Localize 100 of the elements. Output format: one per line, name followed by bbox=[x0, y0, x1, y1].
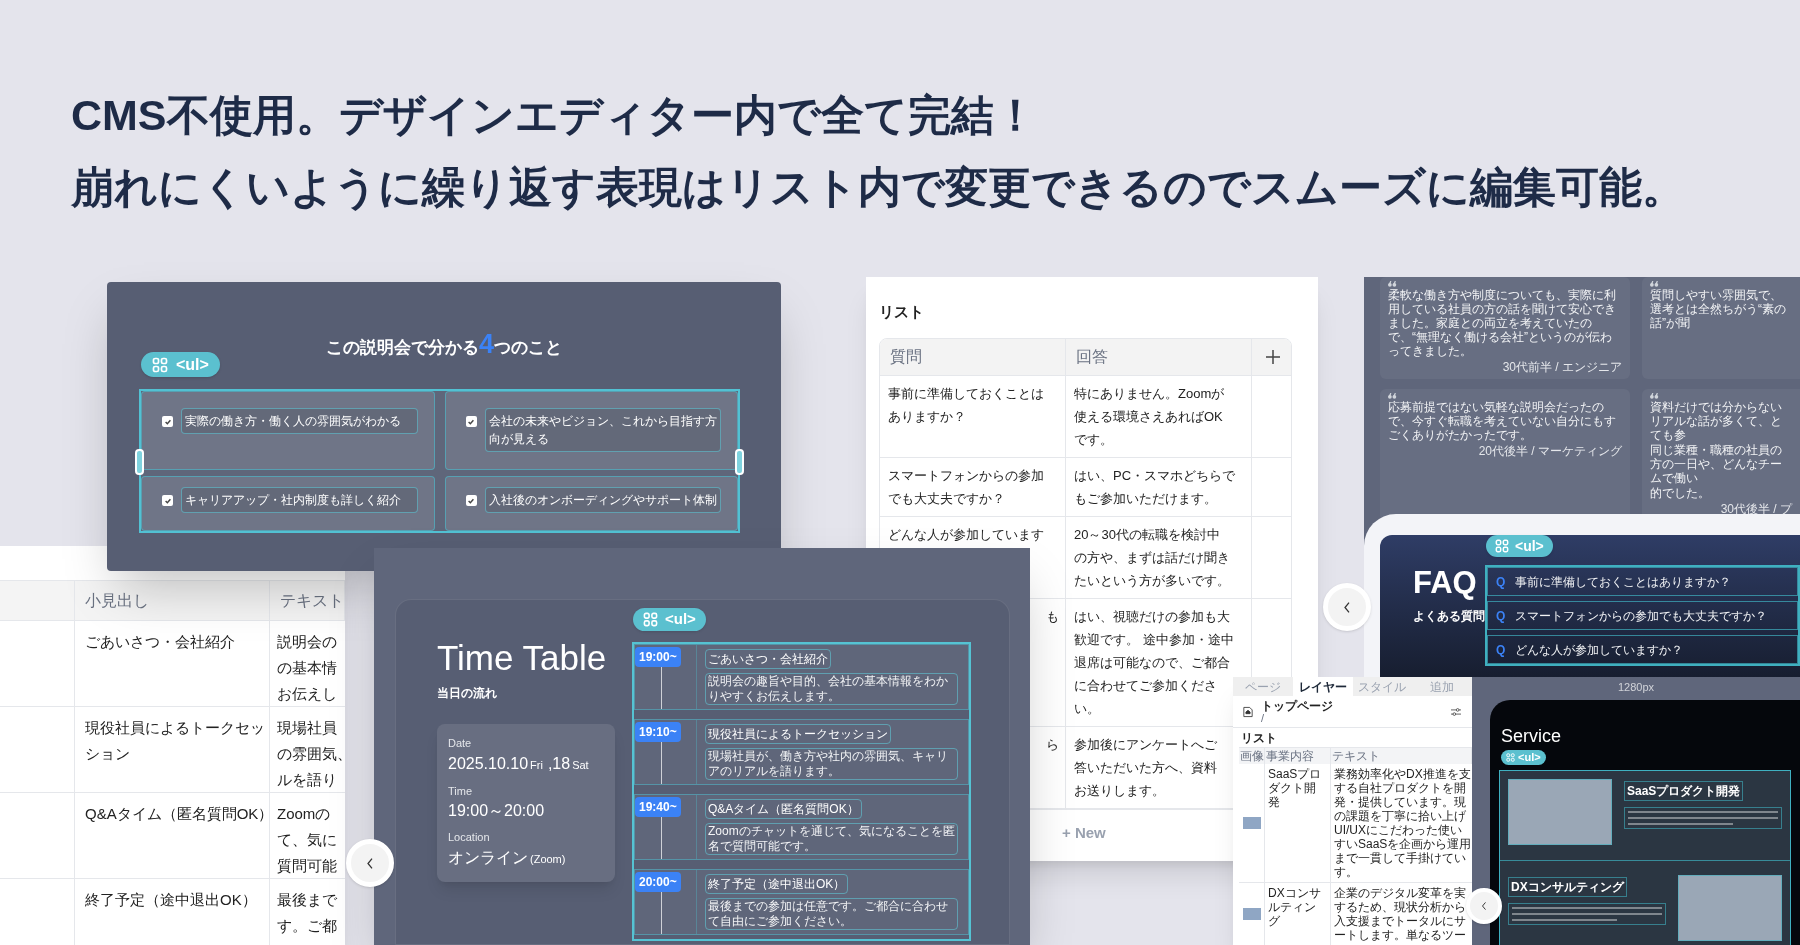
faq-item[interactable]: Q スマートフォンからの参加でも大丈夫ですか？ bbox=[1487, 601, 1798, 630]
section-title: この説明会で分かる4つのこと bbox=[326, 330, 562, 360]
panel-tab[interactable]: ページ bbox=[1233, 677, 1293, 696]
table-cell-text: 特にありません。Zoomが 使える環境さえあればOK です。 bbox=[1074, 384, 1225, 449]
table-cell-text: 現役社員によるトークセッ ション bbox=[85, 718, 266, 764]
headline: 崩れにくいように繰り返す表現はリスト内で変更できるのでスムーズに編集可能。 bbox=[71, 162, 1686, 213]
table-cell-text: Zoomの て、気に 質問可能 bbox=[277, 804, 338, 876]
faq-question: スマートフォンからの参加でも大丈夫ですか？ bbox=[1515, 607, 1768, 625]
home-icon bbox=[1243, 705, 1253, 718]
element-tag[interactable]: <ul> bbox=[633, 608, 706, 631]
info-value: 19:00～20:00 bbox=[448, 801, 546, 821]
item-text: 会社の未来やビジョン、これから目指す方向が見える bbox=[484, 408, 721, 452]
faq-question: どんな人が参加していますか？ bbox=[1515, 641, 1684, 659]
grid-icon bbox=[1495, 539, 1509, 553]
chevron-left-icon bbox=[366, 856, 374, 870]
item-text: 入社後のオンボーディングやサポート体制 bbox=[484, 487, 721, 513]
item-title: Q&Aタイム（匿名質問OK） bbox=[705, 799, 862, 819]
item-title: 現役社員によるトークセッション bbox=[705, 724, 891, 744]
testimonial-text: 資料だけでは分からないリアルな話が多くて、とても参 bbox=[1650, 400, 1783, 442]
faq-item[interactable]: Q どんな人が参加していますか？ bbox=[1487, 635, 1798, 664]
time-label: 19:10~ bbox=[635, 722, 681, 742]
table-cell-text: どんな人が参加しています bbox=[888, 525, 1044, 544]
quote-icon bbox=[1650, 281, 1659, 287]
section-title: Service bbox=[1500, 725, 1563, 748]
plus-icon bbox=[1265, 349, 1280, 364]
checkbox[interactable] bbox=[162, 495, 173, 506]
q-mark: Q bbox=[1496, 573, 1506, 591]
chevron-left-icon bbox=[1481, 901, 1487, 911]
tag-label: <ul> bbox=[1515, 536, 1544, 556]
element-tag[interactable]: <ul> bbox=[141, 352, 220, 377]
section-subtitle: 当日の流れ bbox=[437, 685, 498, 702]
table-cell-text: スマートフォンからの参加 でも大丈夫ですか？ bbox=[888, 466, 1044, 508]
tag-label: <ul> bbox=[176, 354, 209, 375]
list-title: リスト bbox=[878, 302, 925, 322]
item-title: SaaSプロダクト開発 bbox=[1624, 781, 1744, 801]
table-cell-text: 参加後にアンケートへご 答いただいた方へ、資料 お送りします。 bbox=[1074, 735, 1217, 800]
column-header: テキスト bbox=[270, 581, 345, 621]
page-path: / bbox=[1261, 711, 1265, 724]
table-cell-text: 現場社員 の雰囲気、 ルを語り bbox=[277, 718, 345, 790]
testimonial-text: 応募前提ではない気軽な説明会だったので、今すぐ転職を考えていない自分にもすごくありがたかったです。 bbox=[1388, 400, 1617, 442]
testimonial-text: 質問しやすい雰囲気で、選考とは全然ちがう“素の話”が聞 bbox=[1650, 288, 1787, 330]
tag-label: <ul> bbox=[665, 609, 696, 630]
info-label: Location bbox=[448, 830, 491, 845]
panel-tab[interactable]: 追加 bbox=[1412, 677, 1472, 696]
column-header: 画像 bbox=[1239, 748, 1265, 764]
element-tag[interactable]: <ul> bbox=[1486, 535, 1553, 557]
faq-question: 事前に準備しておくことはありますか？ bbox=[1515, 573, 1732, 591]
table-cell-text: 最後まで す。ご都 bbox=[277, 890, 338, 936]
checkbox[interactable] bbox=[465, 416, 477, 427]
page-name[interactable]: トップページ bbox=[1261, 699, 1333, 712]
table-cell-text: はい、PC・スマホどちらで もご参加いただけます。 bbox=[1074, 466, 1236, 508]
testimonial-author: 30代前半 / エンジニア bbox=[1501, 360, 1622, 374]
item-title: ごあいさつ・会社紹介 bbox=[705, 649, 831, 669]
q-mark: Q bbox=[1496, 641, 1506, 659]
section-title: Time Table bbox=[437, 637, 608, 679]
quote-icon bbox=[1650, 393, 1659, 399]
info-value: 2025.10.10 Fri ,18 Sat bbox=[448, 753, 590, 774]
column-header: 回答 bbox=[1066, 338, 1252, 375]
thumbnail bbox=[1242, 908, 1261, 920]
faq-item[interactable]: Q 事前に準備しておくことはありますか？ bbox=[1487, 567, 1798, 596]
item-title: DXコンサルティング bbox=[1508, 877, 1627, 897]
table-cell-text: 企業のデジタル変革を実 するため、現状分析から 入支援までトータルにサ ートします。単なるツー bbox=[1334, 886, 1467, 942]
testimonial-text: 同じ業種・職種の社員の方の一日や、どんなチームで働い bbox=[1650, 443, 1783, 485]
info-label: Time bbox=[448, 783, 474, 799]
table-cell-text: SaaSプロダクト開発 bbox=[1268, 767, 1323, 809]
panel-tab[interactable]: レイヤー bbox=[1292, 677, 1353, 696]
time-label: 19:00~ bbox=[635, 647, 681, 667]
sliders-icon bbox=[1450, 706, 1462, 717]
tag-label: <ul> bbox=[1518, 751, 1541, 764]
column-header: 事業内容 bbox=[1265, 748, 1331, 764]
checkbox[interactable] bbox=[465, 495, 477, 506]
canvas-width-label: 1280px bbox=[1617, 680, 1655, 694]
new-row-button[interactable]: + New bbox=[1062, 815, 1106, 852]
resize-handle[interactable] bbox=[735, 449, 744, 475]
checkbox[interactable] bbox=[162, 416, 173, 427]
element-tag[interactable]: <ul> bbox=[1501, 750, 1546, 765]
table-cell-text: はい、視聴だけの参加も大 歓迎です。 途中参加・途中 退席は可能なので、ご都合 に合わせてご参加くださ い。 bbox=[1074, 607, 1234, 718]
thumbnail bbox=[1242, 817, 1261, 829]
list-title: リスト bbox=[1240, 730, 1278, 747]
item-description: 説明会の趣旨や目的、会社の基本情報をわかりやすくお伝えします。 bbox=[705, 673, 958, 705]
column-header: 小見出し bbox=[75, 581, 270, 621]
table-cell-text: も bbox=[1046, 607, 1059, 626]
table-cell-text: Q&Aタイム（匿名質問OK） bbox=[85, 804, 269, 824]
faq-title: FAQ bbox=[1413, 565, 1478, 601]
resize-handle[interactable] bbox=[135, 449, 144, 475]
table-cell-text: 事前に準備しておくことは ありますか？ bbox=[888, 384, 1044, 426]
quote-icon bbox=[1388, 281, 1397, 287]
faq-subtitle: よくある質問 bbox=[1413, 608, 1485, 625]
info-value: オンライン(Zoom) bbox=[448, 847, 567, 868]
item-title: 終了予定（途中退出OK） bbox=[705, 874, 849, 894]
settings-button[interactable] bbox=[1450, 706, 1462, 717]
item-text: 実際の働き方・働く人の雰囲気がわかる bbox=[181, 408, 418, 434]
table-cell-text: ごあいさつ・会社紹介 bbox=[85, 632, 236, 652]
info-label: Date bbox=[448, 736, 473, 751]
table-cell-text: 説明会の の基本情 お伝えし bbox=[277, 632, 338, 704]
grid-icon bbox=[152, 356, 168, 373]
table-cell-text: 終了予定（途中退出OK） bbox=[85, 890, 258, 910]
quote-icon bbox=[1388, 393, 1397, 399]
panel-tab[interactable]: スタイル bbox=[1352, 677, 1413, 696]
grid-icon bbox=[1506, 753, 1515, 762]
